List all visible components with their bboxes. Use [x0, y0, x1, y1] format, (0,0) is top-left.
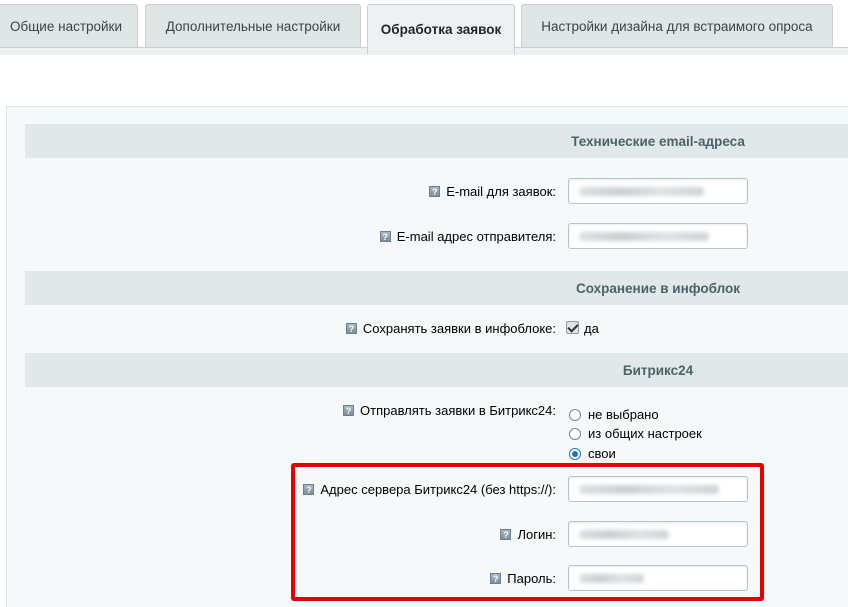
- section-header-tech-emails: Технические email-адреса: [25, 124, 848, 158]
- field-label: Сохранять заявки в инфоблоке:: [362, 321, 556, 336]
- email-requests-input[interactable]: [568, 178, 748, 204]
- redacted-value: [579, 574, 644, 583]
- section-header-bitrix24: Битрикс24: [25, 353, 848, 387]
- section-header-infoblock: Сохранение в инфоблок: [25, 271, 848, 305]
- radio-button[interactable]: [569, 408, 581, 421]
- tab-general[interactable]: Общие настройки: [0, 4, 138, 47]
- save-infoblock-checkbox[interactable]: [566, 321, 579, 334]
- redacted-value: [579, 187, 704, 196]
- help-icon[interactable]: ?: [379, 231, 391, 242]
- field-label: Логин:: [517, 527, 556, 542]
- help-icon[interactable]: ?: [490, 573, 502, 584]
- password-label: ? Пароль:: [490, 571, 556, 586]
- login-label: ? Логин:: [500, 527, 556, 542]
- server-address-label: ? Адрес сервера Битрикс24 (без https://)…: [303, 482, 556, 497]
- radio-label: из общих настроек: [588, 426, 702, 441]
- radio-label: не выбрано: [588, 407, 659, 422]
- radio-label: свои: [588, 446, 616, 461]
- send-bitrix-label: ? Отправлять заявки в Битрикс24:: [343, 403, 556, 418]
- help-icon[interactable]: ?: [303, 484, 315, 495]
- help-icon[interactable]: ?: [343, 405, 354, 416]
- redacted-value: [579, 232, 709, 241]
- section-title: Сохранение в инфоблок: [575, 280, 741, 296]
- redacted-value: [579, 485, 719, 494]
- field-label: E-mail для заявок:: [446, 184, 556, 199]
- field-label: E-mail адрес отправителя:: [396, 229, 556, 244]
- save-infoblock-label: ? Сохранять заявки в инфоблоке:: [345, 321, 556, 336]
- password-input[interactable]: [568, 565, 748, 591]
- server-address-input[interactable]: [568, 476, 748, 502]
- field-label: Отправлять заявки в Битрикс24:: [360, 403, 556, 418]
- save-infoblock-value: да: [584, 321, 599, 336]
- tab-bar: Общие настройки Дополнительные настройки…: [0, 0, 848, 55]
- help-icon[interactable]: ?: [429, 186, 441, 197]
- help-icon[interactable]: ?: [345, 323, 357, 334]
- tab-request-processing[interactable]: Обработка заявок: [367, 4, 515, 54]
- help-icon[interactable]: ?: [500, 529, 512, 540]
- email-sender-input[interactable]: [568, 223, 748, 249]
- section-title: Битрикс24: [622, 362, 694, 378]
- email-requests-label: ? E-mail для заявок:: [429, 184, 556, 199]
- redacted-value: [579, 530, 669, 539]
- radio-option-general[interactable]: из общих настроек: [569, 426, 702, 441]
- field-label: Пароль:: [507, 571, 556, 586]
- radio-option-own[interactable]: свои: [569, 446, 616, 461]
- email-sender-label: ? E-mail адрес отправителя:: [379, 229, 556, 244]
- tab-additional[interactable]: Дополнительные настройки: [145, 4, 361, 47]
- section-title: Технические email-адреса: [571, 133, 745, 149]
- tab-embedded-survey-design[interactable]: Настройки дизайна для встраимого опроса: [521, 4, 833, 47]
- radio-button[interactable]: [569, 427, 581, 440]
- login-input[interactable]: [568, 521, 748, 547]
- radio-option-none[interactable]: не выбрано: [569, 407, 659, 422]
- field-label: Адрес сервера Битрикс24 (без https://):: [320, 482, 556, 497]
- radio-button[interactable]: [569, 447, 581, 460]
